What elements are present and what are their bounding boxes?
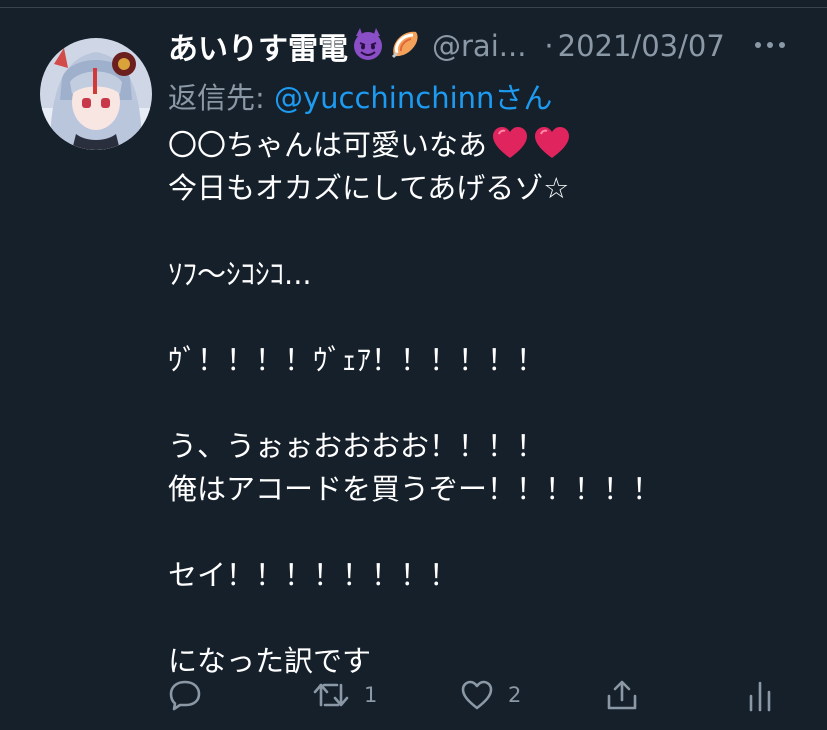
red-heart-emoji <box>533 126 571 172</box>
avatar-image <box>40 38 152 150</box>
reply-button[interactable] <box>168 672 216 718</box>
tweet-line: 〇〇ちゃんは可愛いなあ <box>168 124 798 167</box>
like-button[interactable]: 2 <box>460 672 521 718</box>
share-button[interactable] <box>605 672 653 718</box>
top-divider <box>0 7 827 8</box>
retweet-button[interactable]: 1 <box>312 672 377 718</box>
separator-dot: · <box>544 29 554 63</box>
share-icon <box>607 680 637 710</box>
tweet-line: セイ！！！！！！！！ <box>168 558 459 592</box>
avatar[interactable] <box>40 38 152 150</box>
reply-prefix: 返信先: <box>168 81 274 115</box>
smiling-devil-emoji <box>350 26 386 66</box>
retweet-count: 1 <box>364 683 378 707</box>
display-name[interactable]: あいりす雷電 <box>168 24 348 68</box>
tweet-body: 〇〇ちゃんは可愛いなあ 今日もオカズにしてあげるゾ☆ ｿﾌ〜ｼｺｼｺ... ｳﾞ… <box>168 124 798 683</box>
fish-cake-emoji <box>388 26 424 66</box>
more-icon <box>755 42 785 48</box>
reply-context: 返信先: @yucchinchinnさん <box>168 75 552 115</box>
tweet-date[interactable]: 2021/03/07 <box>558 29 725 63</box>
tweet-line: ｿﾌ〜ｼｺｼｺ... <box>168 257 312 291</box>
analytics-icon <box>749 681 771 712</box>
more-options-button[interactable] <box>750 30 790 60</box>
analytics-button[interactable] <box>745 672 789 718</box>
tweet-header: あいりす雷電 @rai... · 2021/03/07 <box>168 22 808 70</box>
tweet-container: あいりす雷電 @rai... · 2021/03/07 返信先: @yucchi… <box>0 0 827 730</box>
tweet-line: 今日もオカズにしてあげるゾ☆ <box>168 171 570 205</box>
reply-to-link[interactable]: @yucchinchinnさん <box>274 81 552 115</box>
tweet-line: ｳﾞ！！！！ｳﾞｪｱ！！！！！！ <box>168 343 546 377</box>
retweet-icon <box>313 683 349 707</box>
tweet-line-text: 〇〇ちゃんは可愛いなあ <box>168 128 488 162</box>
red-heart-emoji <box>491 126 529 172</box>
tweet-line: 俺はアコードを買うぞー！！！！！！ <box>168 472 662 506</box>
like-icon <box>461 680 493 710</box>
tweet-actions: 1 2 <box>168 672 808 718</box>
tweet-line: う、うぉぉおおおお！！！！ <box>168 429 546 463</box>
like-count: 2 <box>508 683 522 707</box>
reply-icon <box>169 680 201 711</box>
handle[interactable]: @rai... <box>432 29 526 63</box>
